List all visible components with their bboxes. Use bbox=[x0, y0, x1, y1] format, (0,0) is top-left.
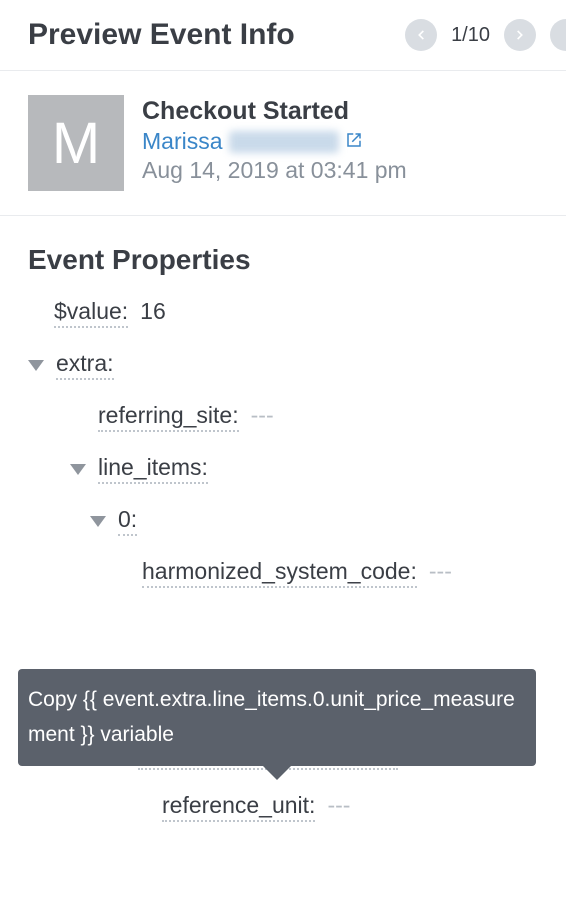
pager-count: 1/10 bbox=[451, 24, 490, 47]
external-link-icon[interactable] bbox=[345, 128, 363, 155]
caret-icon[interactable] bbox=[90, 516, 106, 527]
prop-hsc: harmonized_system_code: --- bbox=[28, 558, 566, 588]
prop-key-value[interactable]: $value: bbox=[54, 298, 128, 328]
chevron-left-icon bbox=[414, 28, 428, 42]
pager: 1/10 bbox=[405, 19, 566, 51]
prop-value: $value: 16 bbox=[28, 298, 566, 328]
prop-val-ref-unit: --- bbox=[327, 792, 350, 819]
caret-icon[interactable] bbox=[70, 464, 86, 475]
prop-val-hsc: --- bbox=[429, 558, 452, 585]
event-user-link[interactable]: Marissa bbox=[142, 128, 538, 155]
chevron-right-icon bbox=[513, 28, 527, 42]
prop-val-value: 16 bbox=[140, 298, 166, 325]
prop-val-referring-site: --- bbox=[251, 402, 274, 429]
event-card: M Checkout Started Marissa Aug 14, 2019 … bbox=[0, 71, 566, 216]
page-title: Preview Event Info bbox=[28, 18, 295, 52]
prop-line-items: line_items: bbox=[28, 454, 566, 484]
prop-key-hsc[interactable]: harmonized_system_code: bbox=[142, 558, 417, 588]
prop-reference-unit: reference_unit: --- bbox=[28, 792, 566, 822]
copy-variable-tooltip[interactable]: Copy {{ event.extra.line_items.0.unit_pr… bbox=[18, 669, 536, 766]
pager-more-button[interactable] bbox=[550, 19, 566, 51]
prop-key-0[interactable]: 0: bbox=[118, 506, 137, 536]
avatar: M bbox=[28, 95, 124, 191]
header: Preview Event Info 1/10 bbox=[0, 0, 566, 71]
prop-index-0: 0: bbox=[28, 506, 566, 536]
event-timestamp: Aug 14, 2019 at 03:41 pm bbox=[142, 157, 538, 184]
next-button[interactable] bbox=[504, 19, 536, 51]
event-name: Checkout Started bbox=[142, 97, 538, 126]
prop-extra: extra: bbox=[28, 350, 566, 380]
prop-key-referring-site[interactable]: referring_site: bbox=[98, 402, 239, 432]
user-last-name-redacted bbox=[229, 131, 339, 153]
caret-icon[interactable] bbox=[28, 360, 44, 371]
user-first-name[interactable]: Marissa bbox=[142, 128, 223, 155]
prop-referring-site: referring_site: --- bbox=[28, 402, 566, 432]
prop-key-extra[interactable]: extra: bbox=[56, 350, 114, 380]
prop-key-line-items[interactable]: line_items: bbox=[98, 454, 208, 484]
event-properties-title: Event Properties bbox=[28, 244, 566, 276]
event-meta: Checkout Started Marissa Aug 14, 2019 at… bbox=[142, 95, 538, 191]
prop-key-ref-unit[interactable]: reference_unit: bbox=[162, 792, 315, 822]
prev-button[interactable] bbox=[405, 19, 437, 51]
